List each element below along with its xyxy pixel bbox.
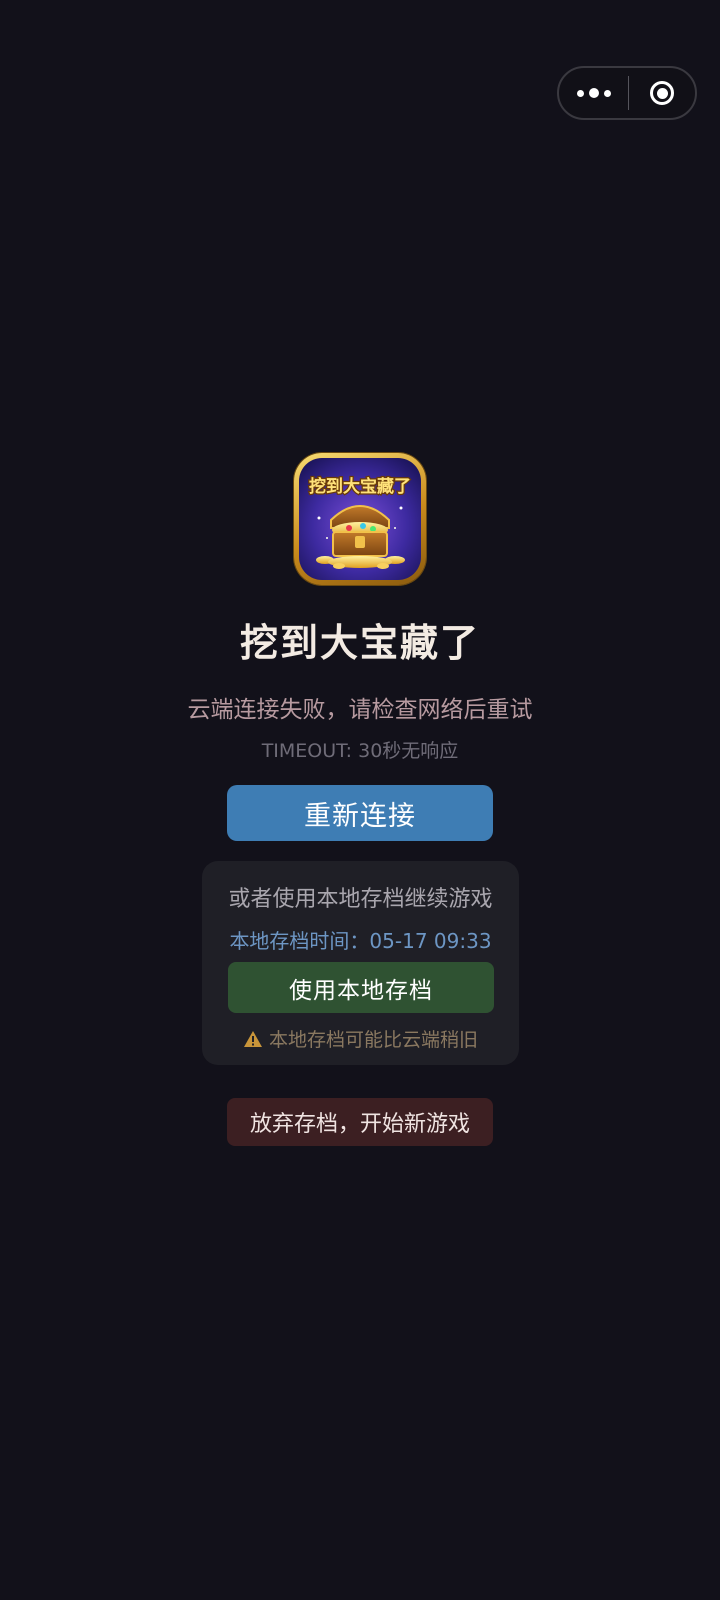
warning-text: 本地存档可能比云端稍旧	[268, 1029, 478, 1051]
svg-text:挖到大宝藏了: 挖到大宝藏了	[309, 476, 411, 497]
mini-program-capsule	[557, 66, 697, 120]
close-mini-program-button[interactable]	[629, 68, 695, 118]
app-name: 挖到大宝藏了	[239, 621, 480, 665]
warning-triangle-icon	[243, 1030, 262, 1047]
local-save-time: 本地存档时间：05-17 09:33	[229, 929, 492, 953]
timeout-detail: TIMEOUT: 30秒无响应	[261, 740, 459, 762]
treasure-chest-icon: 挖到大宝藏了	[294, 453, 426, 585]
local-save-title: 或者使用本地存档继续游戏	[228, 887, 493, 912]
connection-error-message: 云端连接失败，请检查网络后重试	[187, 697, 533, 723]
local-save-card: 或者使用本地存档继续游戏 本地存档时间：05-17 09:33 使用本地存档 本…	[202, 861, 519, 1065]
loading-error-page: 挖到大宝藏了 挖到大宝藏了 云端连接失败，请检查网络后重试 TIMEOUT: 3…	[0, 0, 720, 1600]
more-menu-button[interactable]	[559, 68, 628, 118]
reconnect-button[interactable]: 重新连接	[227, 785, 493, 841]
more-dots-icon	[576, 89, 584, 97]
local-save-warning: 本地存档可能比云端稍旧	[202, 1025, 519, 1052]
use-local-save-button[interactable]: 使用本地存档	[228, 962, 494, 1013]
target-close-icon	[650, 81, 674, 105]
discard-save-new-game-button[interactable]: 放弃存档，开始新游戏	[227, 1098, 493, 1146]
